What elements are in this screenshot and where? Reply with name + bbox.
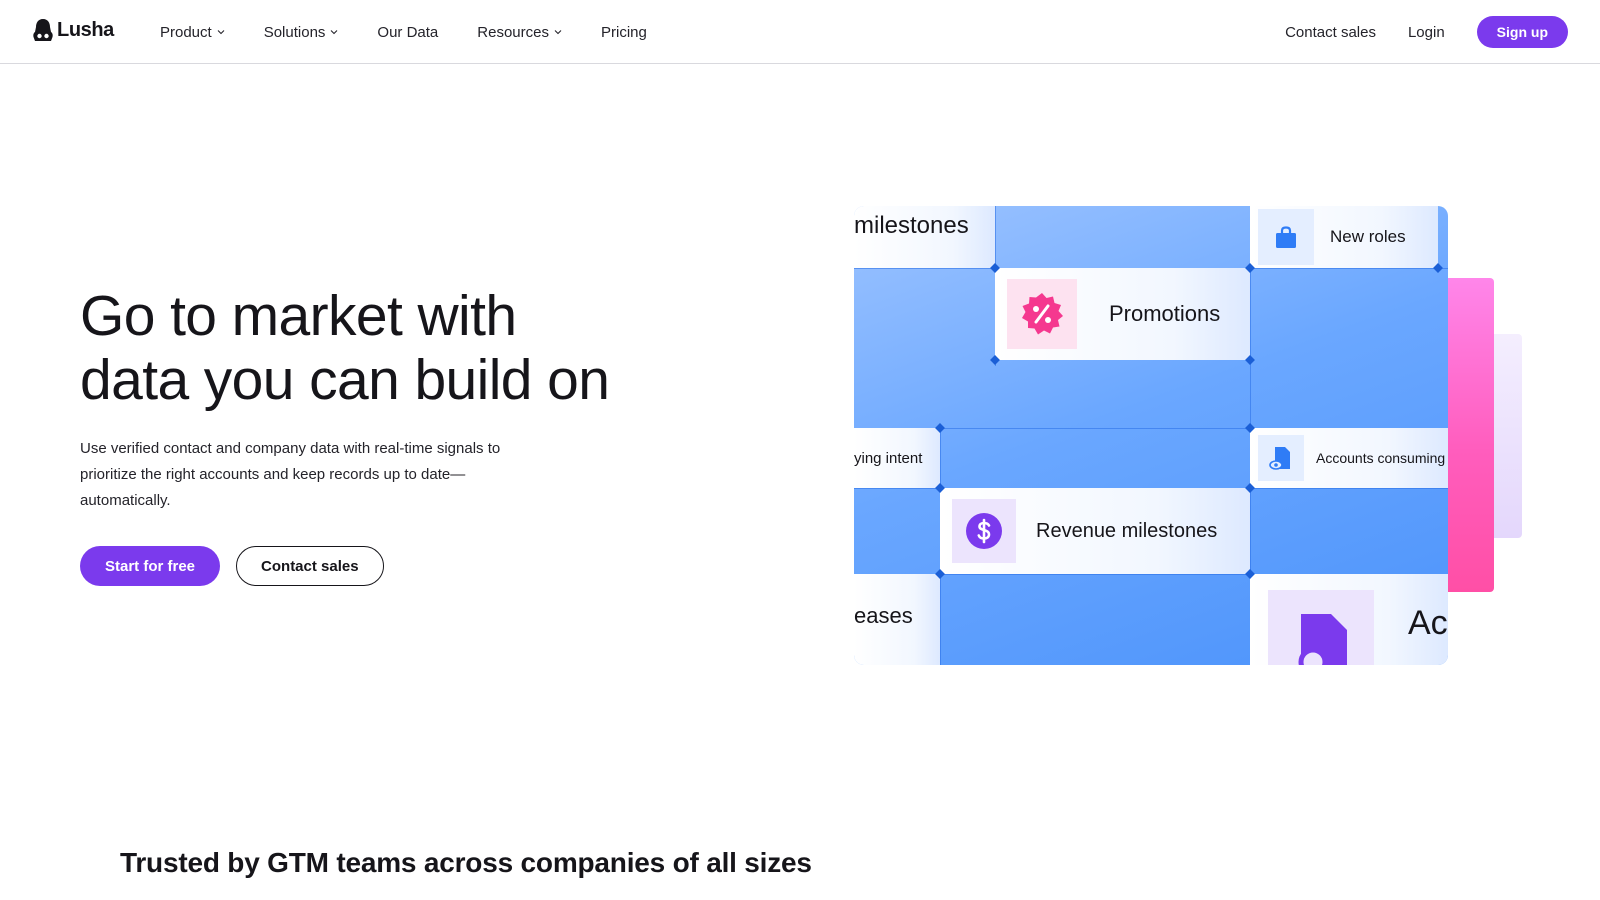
sign-up-button[interactable]: Sign up bbox=[1476, 16, 1568, 48]
decorative-card-pink bbox=[1440, 278, 1494, 592]
signals-visual: milestones New roles Promotions ying int… bbox=[854, 206, 1448, 665]
nav-item-pricing[interactable]: Pricing bbox=[601, 24, 647, 41]
main-nav: Product Solutions Our Data Resources Pri… bbox=[160, 0, 686, 64]
decorative-card-lilac bbox=[1494, 334, 1522, 538]
site-header: Lusha Product Solutions Our Data Resourc… bbox=[0, 0, 1600, 64]
login-link[interactable]: Login bbox=[1408, 24, 1445, 41]
tile-releases-label: eases bbox=[854, 602, 913, 628]
nav-label: Solutions bbox=[263, 23, 326, 41]
discount-badge-icon bbox=[1022, 293, 1063, 335]
nav-item-product[interactable]: Product bbox=[160, 24, 225, 41]
nav-item-solutions[interactable]: Solutions bbox=[264, 24, 339, 41]
icon-box bbox=[1258, 435, 1304, 481]
hero-title-line-2: data you can build on bbox=[80, 348, 610, 412]
chevron-down-icon bbox=[331, 30, 338, 35]
tile-ac: Ac bbox=[1250, 574, 1448, 665]
nav-label: Pricing bbox=[600, 23, 647, 41]
tile-accounts-consuming-label: Accounts consuming bbox=[1316, 450, 1446, 466]
nav-item-resources[interactable]: Resources bbox=[477, 24, 562, 41]
nav-item-our-data[interactable]: Our Data bbox=[377, 24, 438, 41]
tile-milestones-label: milestones bbox=[854, 212, 969, 239]
contact-sales-button[interactable]: Contact sales bbox=[236, 546, 384, 586]
icon-box bbox=[1007, 279, 1077, 349]
dollar-coin-icon bbox=[966, 513, 1002, 549]
icon-box bbox=[952, 499, 1016, 563]
chevron-down-icon bbox=[217, 30, 225, 35]
tile-accounts-consuming: Accounts consuming bbox=[1250, 428, 1448, 488]
tile-buying-intent-label: ying intent bbox=[854, 449, 923, 467]
header-actions: Contact sales Login Sign up bbox=[1285, 0, 1568, 64]
lusha-logo[interactable]: Lusha bbox=[32, 18, 114, 42]
icon-box bbox=[1268, 590, 1374, 665]
tile-releases: eases bbox=[854, 574, 940, 665]
tile-new-roles-label: New roles bbox=[1330, 227, 1406, 246]
hero-subtitle: Use verified contact and company data wi… bbox=[80, 440, 501, 509]
tile-promotions: Promotions bbox=[995, 268, 1250, 360]
grid-node bbox=[1245, 355, 1255, 365]
nav-label: Resources bbox=[477, 23, 549, 41]
tile-ac-label: Ac bbox=[1408, 604, 1448, 642]
tile-revenue-milestones: Revenue milestones bbox=[940, 488, 1250, 574]
nav-label: Our Data bbox=[377, 23, 439, 41]
trusted-by-heading: Trusted by GTM teams across companies of… bbox=[120, 847, 812, 878]
chevron-down-icon bbox=[554, 30, 562, 35]
lusha-logo-icon bbox=[33, 19, 53, 41]
hero-title: Go to market with data you can build on bbox=[80, 284, 700, 412]
briefcase-icon bbox=[1276, 226, 1296, 248]
logo-text: Lusha bbox=[57, 18, 114, 41]
icon-box bbox=[1258, 209, 1314, 265]
start-for-free-button[interactable]: Start for free bbox=[80, 546, 221, 586]
grid-node bbox=[1433, 263, 1443, 273]
tile-promotions-label: Promotions bbox=[1109, 301, 1221, 326]
hero-title-line-1: Go to market with bbox=[80, 284, 517, 348]
tile-buying-intent: ying intent bbox=[854, 428, 940, 488]
document-eye-icon bbox=[1269, 447, 1290, 470]
document-icon bbox=[1298, 614, 1347, 665]
tile-milestones: milestones bbox=[854, 206, 995, 268]
tile-new-roles: New roles bbox=[1250, 206, 1438, 268]
hero-cta-row: Start for free Contact sales bbox=[80, 546, 384, 586]
tile-revenue-milestones-label: Revenue milestones bbox=[1036, 519, 1218, 542]
nav-label: Product bbox=[160, 23, 212, 41]
contact-sales-link[interactable]: Contact sales bbox=[1285, 24, 1376, 41]
